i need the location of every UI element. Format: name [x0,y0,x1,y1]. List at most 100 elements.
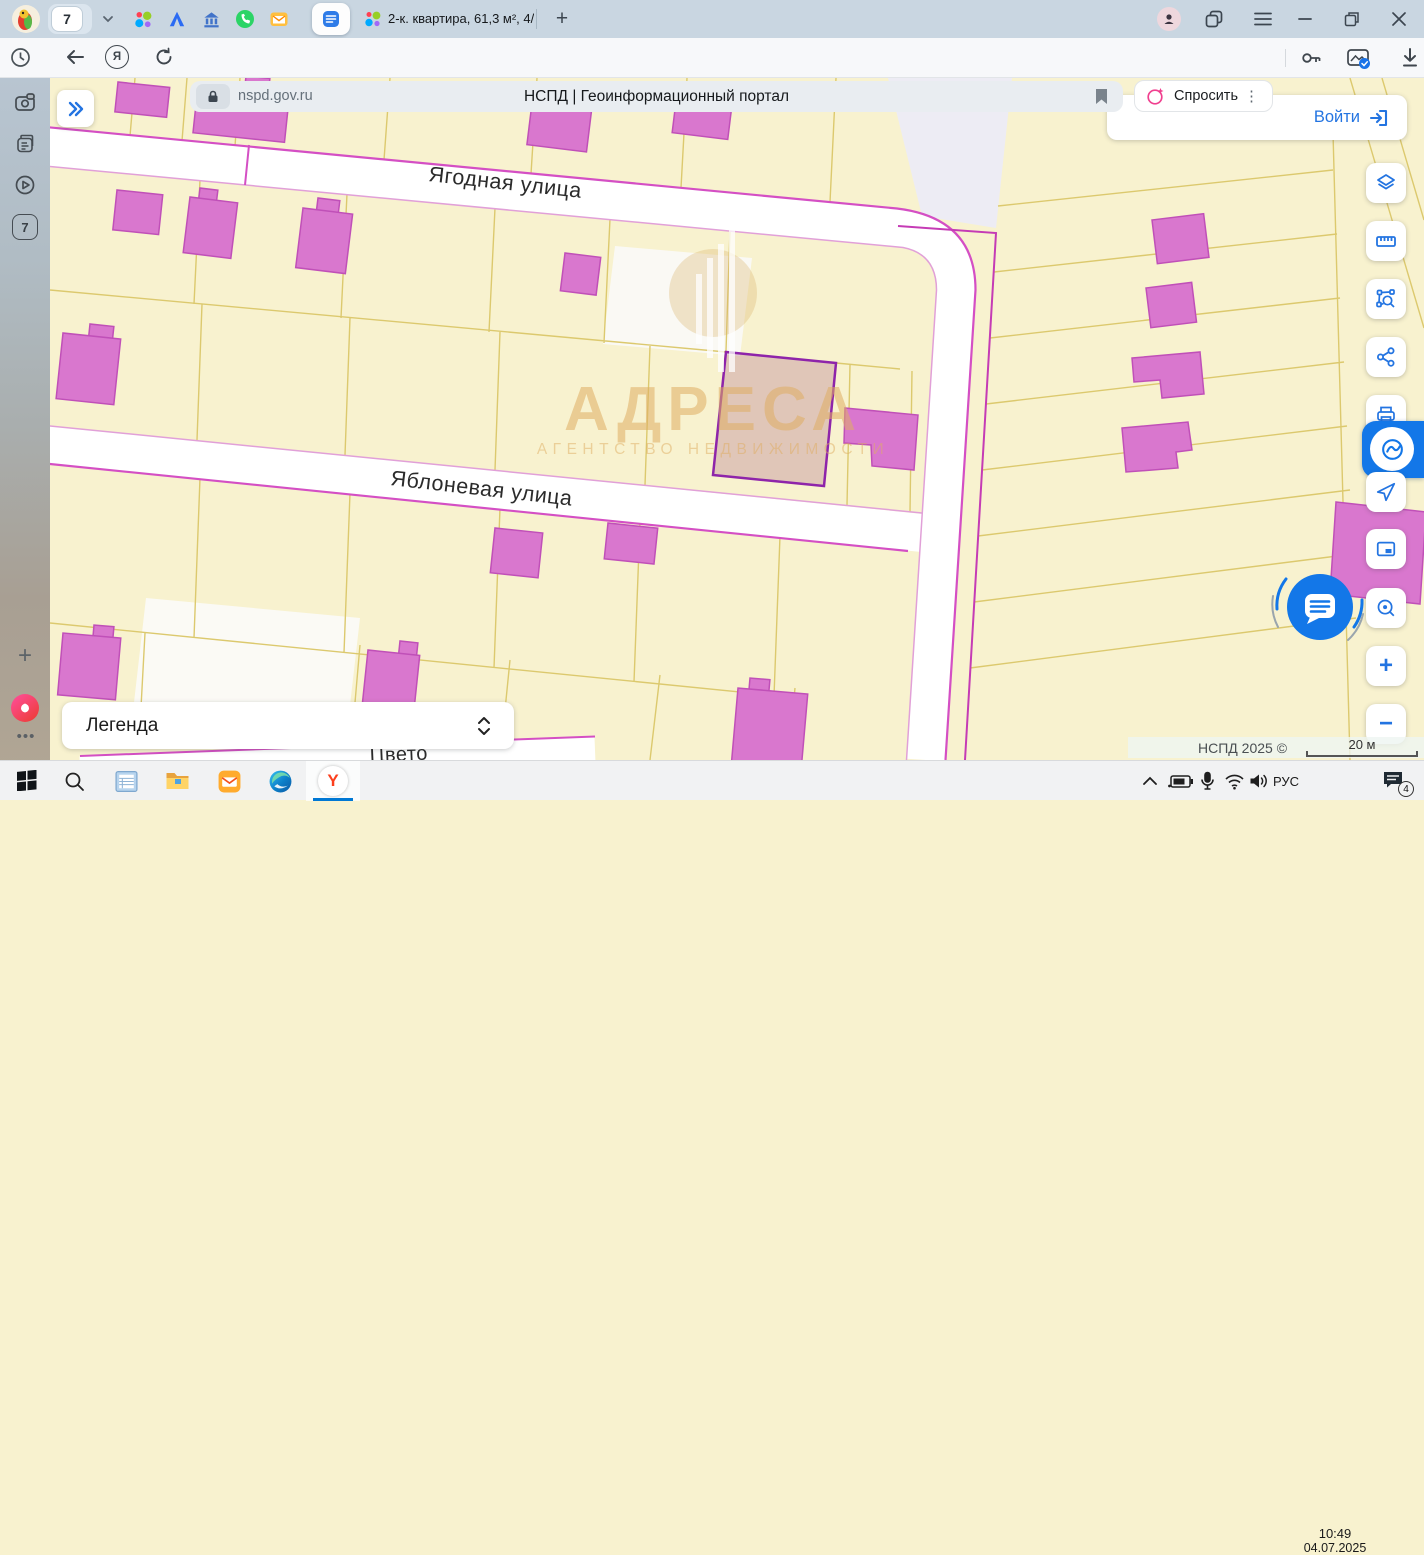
page-title: НСПД | Геоинформационный портал [190,88,1123,106]
attribution-strip: НСПД 2025 © 20 м [1128,737,1424,758]
pinned-tab-avito[interactable] [132,8,154,30]
taskbar-yandex-active-tile[interactable]: Y [306,761,360,801]
tab-group-count: 7 [63,11,71,27]
assistant-bubble [1370,427,1414,471]
add-panel-icon[interactable]: + [14,646,36,668]
taskbar-search-icon[interactable] [64,771,85,792]
assistant-widget[interactable] [1362,421,1424,478]
ruler-icon [1375,230,1397,252]
ask-sparkle-icon [1146,87,1165,106]
wifi-icon[interactable] [1224,773,1245,790]
my-location-button[interactable] [1366,472,1406,512]
ya-letter: Я [113,51,121,63]
taskbar-app-document-icon[interactable] [114,769,139,794]
login-arrow-icon [1369,108,1389,128]
ask-label: Спросить [1174,88,1238,104]
profile-badge[interactable] [1157,7,1181,31]
download-icon[interactable] [1400,47,1420,69]
address-bar[interactable]: nspd.gov.ru НСПД | Геоинформационный пор… [190,81,1123,112]
magnifier-pin-icon [1375,597,1397,619]
whatsapp-icon [235,9,255,29]
tab-group-chip[interactable]: 7 [48,4,92,34]
microphone-icon[interactable] [1200,771,1215,791]
picture-in-picture-icon [1375,538,1397,560]
new-tab-button[interactable]: + [548,5,576,33]
back-icon[interactable] [64,47,86,67]
password-key-icon[interactable] [1300,47,1322,69]
yandex-browser-icon: Y [318,766,348,796]
login-label: Войти [1314,108,1360,127]
taskbar-mail-icon[interactable] [217,769,242,794]
speaker-icon[interactable] [1249,772,1269,790]
alice-assistant-icon[interactable] [11,694,39,722]
window-minimize-icon[interactable] [1298,17,1312,21]
pinned-tab-gov[interactable] [200,8,222,30]
attribution-text: НСПД 2025 © [1198,740,1287,756]
blue-a-icon [168,10,186,28]
screenshot-tool-icon[interactable] [1346,46,1371,70]
chevron-up-down-icon[interactable] [476,715,492,737]
nspd-document-icon [321,9,341,29]
file-explorer-icon[interactable] [165,770,190,792]
refresh-icon[interactable] [154,47,174,67]
ask-ai-button[interactable]: Спросить ⋮ [1134,80,1273,112]
clock-block[interactable]: 10:49 04.07.2025 [1302,1526,1368,1555]
layers-button[interactable] [1366,163,1406,203]
measure-button[interactable] [1366,221,1406,261]
edge-browser-icon[interactable] [268,769,293,794]
active-pinned-tab-nspd[interactable] [312,3,350,35]
browser-profile-avatar[interactable] [12,5,40,33]
sidebar-tab-counter[interactable]: 7 [12,214,38,240]
start-button-icon[interactable] [16,770,37,791]
tray-time: 10:49 [1302,1526,1368,1541]
toolbar-divider [1285,49,1286,67]
watermark-title: АДРЕСА [564,375,862,444]
notification-count: 4 [1403,784,1409,795]
window-close-icon[interactable] [1391,11,1407,27]
sidebar-more-icon[interactable]: ••• [13,728,39,745]
pinned-tab-whatsapp[interactable] [234,8,256,30]
tray-expand-icon[interactable] [1142,775,1158,787]
mail-envelope-icon [269,9,289,29]
cadastral-map[interactable]: АДРЕСА АГЕНТСТВО НЕДВИЖИМОСТИ Ягодная ул… [50,78,1424,760]
expand-panel-button[interactable] [57,90,94,127]
share-button[interactable] [1366,337,1406,377]
language-indicator[interactable]: РУС [1273,774,1299,789]
chat-assistant-button[interactable] [1265,552,1375,662]
bookmark-flag-icon[interactable] [1094,88,1109,105]
pinned-tab-mail[interactable] [268,8,290,30]
pinned-tab-maps[interactable] [166,8,188,30]
scale-bar: 20 м [1306,739,1418,757]
menu-hamburger-icon[interactable] [1254,11,1272,27]
news-feed-icon[interactable] [14,133,36,155]
scale-label: 20 м [1306,739,1418,751]
tab-favicon-avito[interactable] [362,8,384,30]
history-clock-icon[interactable] [10,47,31,68]
browser-sidebar: 7 + ••• [0,78,50,800]
navigation-arrow-icon [1375,481,1397,503]
browser-toolbar: Я nspd.gov.ru НСПД | Геоинформационный п… [0,38,1424,78]
layers-icon [1375,172,1397,194]
tray-date: 04.07.2025 [1302,1541,1368,1555]
watermark-subtitle: АГЕНТСТВО НЕДВИЖИМОСТИ [537,441,889,458]
play-video-icon[interactable] [14,174,36,196]
yandex-services-button[interactable]: Я [105,45,129,69]
tab-counter-label: 7 [21,220,28,235]
tab-title[interactable]: 2-к. квартира, 61,3 м², 4/1 [388,11,534,26]
window-restore-icon[interactable] [1344,11,1360,27]
ask-menu-dots-icon[interactable]: ⋮ [1244,87,1259,105]
desktop: { "tabstrip": { "group_count": "7", "tab… [0,0,1424,800]
tab-group-chevron-icon[interactable] [102,14,114,24]
tabs-overview-icon[interactable] [1204,9,1224,29]
parrot-avatar-icon [12,5,40,33]
screenshot-icon[interactable] [14,92,36,114]
legend-title: Легенда [86,715,158,737]
government-building-icon [202,10,221,29]
spatial-search-button[interactable] [1366,279,1406,319]
legend-panel[interactable]: Легенда [62,702,514,749]
battery-icon[interactable] [1168,774,1194,789]
tab-separator [536,9,537,29]
tab-strip: 7 [0,0,1424,38]
yandex-letter: Y [327,771,338,791]
person-icon [1162,12,1176,26]
